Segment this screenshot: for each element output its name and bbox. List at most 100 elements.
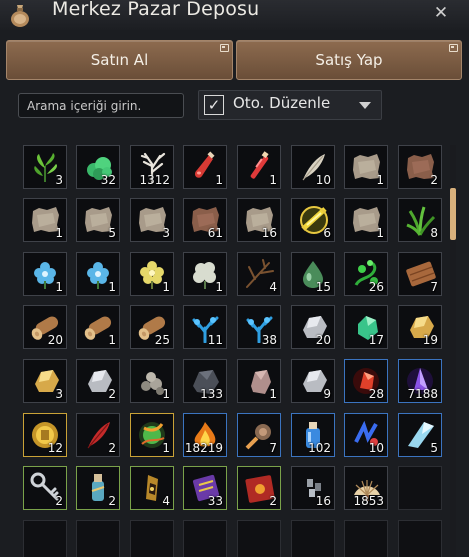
inventory-slot[interactable]: 11 xyxy=(183,305,227,349)
empty-slot[interactable] xyxy=(183,520,227,557)
search-input[interactable] xyxy=(18,93,184,118)
inventory-slot[interactable]: 2 xyxy=(76,466,120,510)
item-count: 16 xyxy=(261,226,277,240)
inventory-slot[interactable]: 7 xyxy=(398,252,442,296)
inventory-slot[interactable]: 10 xyxy=(291,145,335,189)
item-count: 28 xyxy=(368,387,384,401)
item-count: 1 xyxy=(215,280,223,294)
scrollbar-thumb[interactable] xyxy=(450,188,456,240)
inventory-slot[interactable]: 3 xyxy=(23,145,67,189)
inventory-slot[interactable]: 133 xyxy=(183,359,227,403)
inventory-slot[interactable]: 1 xyxy=(23,252,67,296)
inventory-slot[interactable]: 9 xyxy=(291,359,335,403)
item-count: 1 xyxy=(376,173,384,187)
central-market-warehouse-window: Merkez Pazar Deposu ✕ Satın Al Satış Yap… xyxy=(0,0,469,557)
inventory-slot[interactable]: 4 xyxy=(130,466,174,510)
inventory-slot[interactable]: 20 xyxy=(23,305,67,349)
item-count: 7 xyxy=(269,441,277,455)
inventory-slot[interactable]: 1312 xyxy=(130,145,174,189)
inventory-slot[interactable]: 7188 xyxy=(398,359,442,403)
empty-slot[interactable] xyxy=(398,520,442,557)
auto-sort-checkbox[interactable]: ✓ xyxy=(204,95,224,115)
inventory-slot[interactable]: 1 xyxy=(183,252,227,296)
item-count: 25 xyxy=(154,333,170,347)
item-count: 5 xyxy=(108,226,116,240)
inventory-slot[interactable]: 1 xyxy=(130,413,174,457)
title-bar[interactable]: Merkez Pazar Deposu ✕ xyxy=(0,0,469,30)
inventory-slot[interactable]: 5 xyxy=(398,413,442,457)
auto-sort-dropdown[interactable]: ✓ Oto. Düzenle xyxy=(198,90,382,120)
item-count: 3 xyxy=(55,387,63,401)
item-count: 1 xyxy=(376,226,384,240)
expand-icon xyxy=(220,44,229,52)
item-count: 1 xyxy=(162,280,170,294)
inventory-slot[interactable]: 16 xyxy=(291,466,335,510)
inventory-slot[interactable]: 1 xyxy=(237,145,281,189)
item-count: 4 xyxy=(162,494,170,508)
inventory-slot[interactable]: 2 xyxy=(398,145,442,189)
inventory-slot[interactable]: 38 xyxy=(237,305,281,349)
inventory-slot[interactable]: 1 xyxy=(237,359,281,403)
inventory-slot[interactable]: 33 xyxy=(183,466,227,510)
chevron-down-icon[interactable] xyxy=(359,102,371,109)
inventory-slot[interactable]: 1 xyxy=(344,145,388,189)
inventory-slot[interactable]: 32 xyxy=(76,145,120,189)
inventory-slot[interactable]: 26 xyxy=(344,252,388,296)
item-count: 3 xyxy=(162,226,170,240)
inventory-slot[interactable]: 1 xyxy=(23,198,67,242)
item-count: 1 xyxy=(269,387,277,401)
inventory-slot[interactable]: 1 xyxy=(130,359,174,403)
item-count: 1 xyxy=(269,173,277,187)
inventory-slot[interactable]: 1 xyxy=(344,198,388,242)
inventory-slot[interactable]: 2 xyxy=(237,466,281,510)
inventory-slot[interactable]: 15 xyxy=(291,252,335,296)
empty-slot[interactable] xyxy=(237,520,281,557)
item-count: 26 xyxy=(368,280,384,294)
item-count: 3 xyxy=(55,173,63,187)
close-icon[interactable]: ✕ xyxy=(432,2,450,24)
inventory-slot[interactable]: 25 xyxy=(130,305,174,349)
empty-slot[interactable] xyxy=(23,520,67,557)
inventory-slot[interactable]: 8 xyxy=(398,198,442,242)
empty-slot[interactable] xyxy=(344,520,388,557)
inventory-slot[interactable]: 16 xyxy=(237,198,281,242)
inventory-slot[interactable]: 1853 xyxy=(344,466,388,510)
inventory-slot[interactable]: 2 xyxy=(23,466,67,510)
window-title: Merkez Pazar Deposu xyxy=(52,0,260,20)
item-count: 10 xyxy=(368,441,384,455)
item-count: 33 xyxy=(207,494,223,508)
tab-buy[interactable]: Satın Al xyxy=(6,40,233,80)
inventory-slot[interactable]: 6 xyxy=(291,198,335,242)
inventory-slot[interactable]: 12 xyxy=(23,413,67,457)
empty-slot[interactable] xyxy=(130,520,174,557)
item-count: 102 xyxy=(308,441,331,455)
inventory-slot[interactable]: 20 xyxy=(291,305,335,349)
empty-slot[interactable] xyxy=(398,466,442,510)
item-count: 11 xyxy=(207,333,223,347)
empty-slot[interactable] xyxy=(291,520,335,557)
tab-sell[interactable]: Satış Yap xyxy=(236,40,462,80)
item-count: 20 xyxy=(315,333,331,347)
inventory-slot[interactable]: 17 xyxy=(344,305,388,349)
inventory-slot[interactable]: 1 xyxy=(76,252,120,296)
empty-slot[interactable] xyxy=(76,520,120,557)
inventory-slot[interactable]: 3 xyxy=(130,198,174,242)
bag-icon xyxy=(11,5,29,27)
inventory-slot[interactable]: 19 xyxy=(398,305,442,349)
inventory-slot[interactable]: 4 xyxy=(237,252,281,296)
inventory-slot[interactable]: 5 xyxy=(76,198,120,242)
inventory-slot[interactable]: 1 xyxy=(76,305,120,349)
inventory-slot[interactable]: 10 xyxy=(344,413,388,457)
inventory-slot[interactable]: 102 xyxy=(291,413,335,457)
inventory-slot[interactable]: 18219 xyxy=(183,413,227,457)
inventory-slot[interactable]: 1 xyxy=(130,252,174,296)
item-count: 2 xyxy=(269,494,277,508)
inventory-slot[interactable]: 61 xyxy=(183,198,227,242)
inventory-slot[interactable]: 1 xyxy=(183,145,227,189)
item-count: 19 xyxy=(422,333,438,347)
inventory-slot[interactable]: 3 xyxy=(23,359,67,403)
inventory-slot[interactable]: 2 xyxy=(76,359,120,403)
inventory-slot[interactable]: 7 xyxy=(237,413,281,457)
inventory-slot[interactable]: 28 xyxy=(344,359,388,403)
inventory-slot[interactable]: 2 xyxy=(76,413,120,457)
